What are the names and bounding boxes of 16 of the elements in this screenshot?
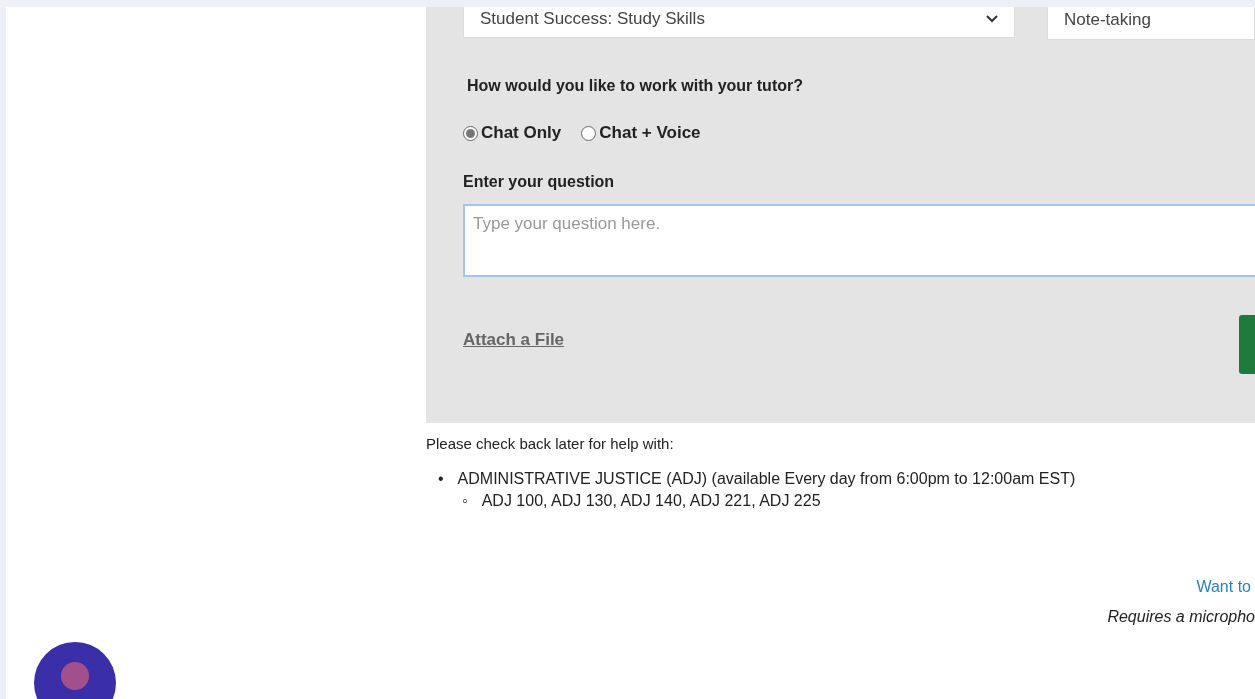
voice-link[interactable]: Want to <box>1196 578 1251 596</box>
question-field[interactable]: Type your question here. <box>463 204 1255 277</box>
question-label: Enter your question <box>463 173 616 191</box>
notice-text: Please check back later for help with: <box>426 435 675 452</box>
course-item: ADJ 100, ADJ 130, ADJ 140, ADJ 221, ADJ 225 <box>481 492 821 510</box>
mode-radio[interactable]: Chat + Voice <box>581 123 701 143</box>
subject-select[interactable]: Student Success: Study Skills <box>463 7 1015 38</box>
subject-item: ADMINISTRATIVE JUSTICE (ADJ) (available Every day from 6:00pm to 12:00am EST) <box>457 470 1076 488</box>
bullet-marker: • <box>438 470 444 488</box>
topic-field[interactable]: Note-taking <box>1047 7 1255 40</box>
mode-radio[interactable]: Chat Only <box>463 123 562 143</box>
bullet-marker: ◦ <box>462 492 468 510</box>
attach-file-link[interactable]: Attach a File <box>463 330 565 350</box>
mode-question: How would you like to work with your tutor? <box>467 77 804 95</box>
voice-note: Requires a micropho <box>1107 608 1255 626</box>
chevron-down-icon <box>986 15 998 23</box>
